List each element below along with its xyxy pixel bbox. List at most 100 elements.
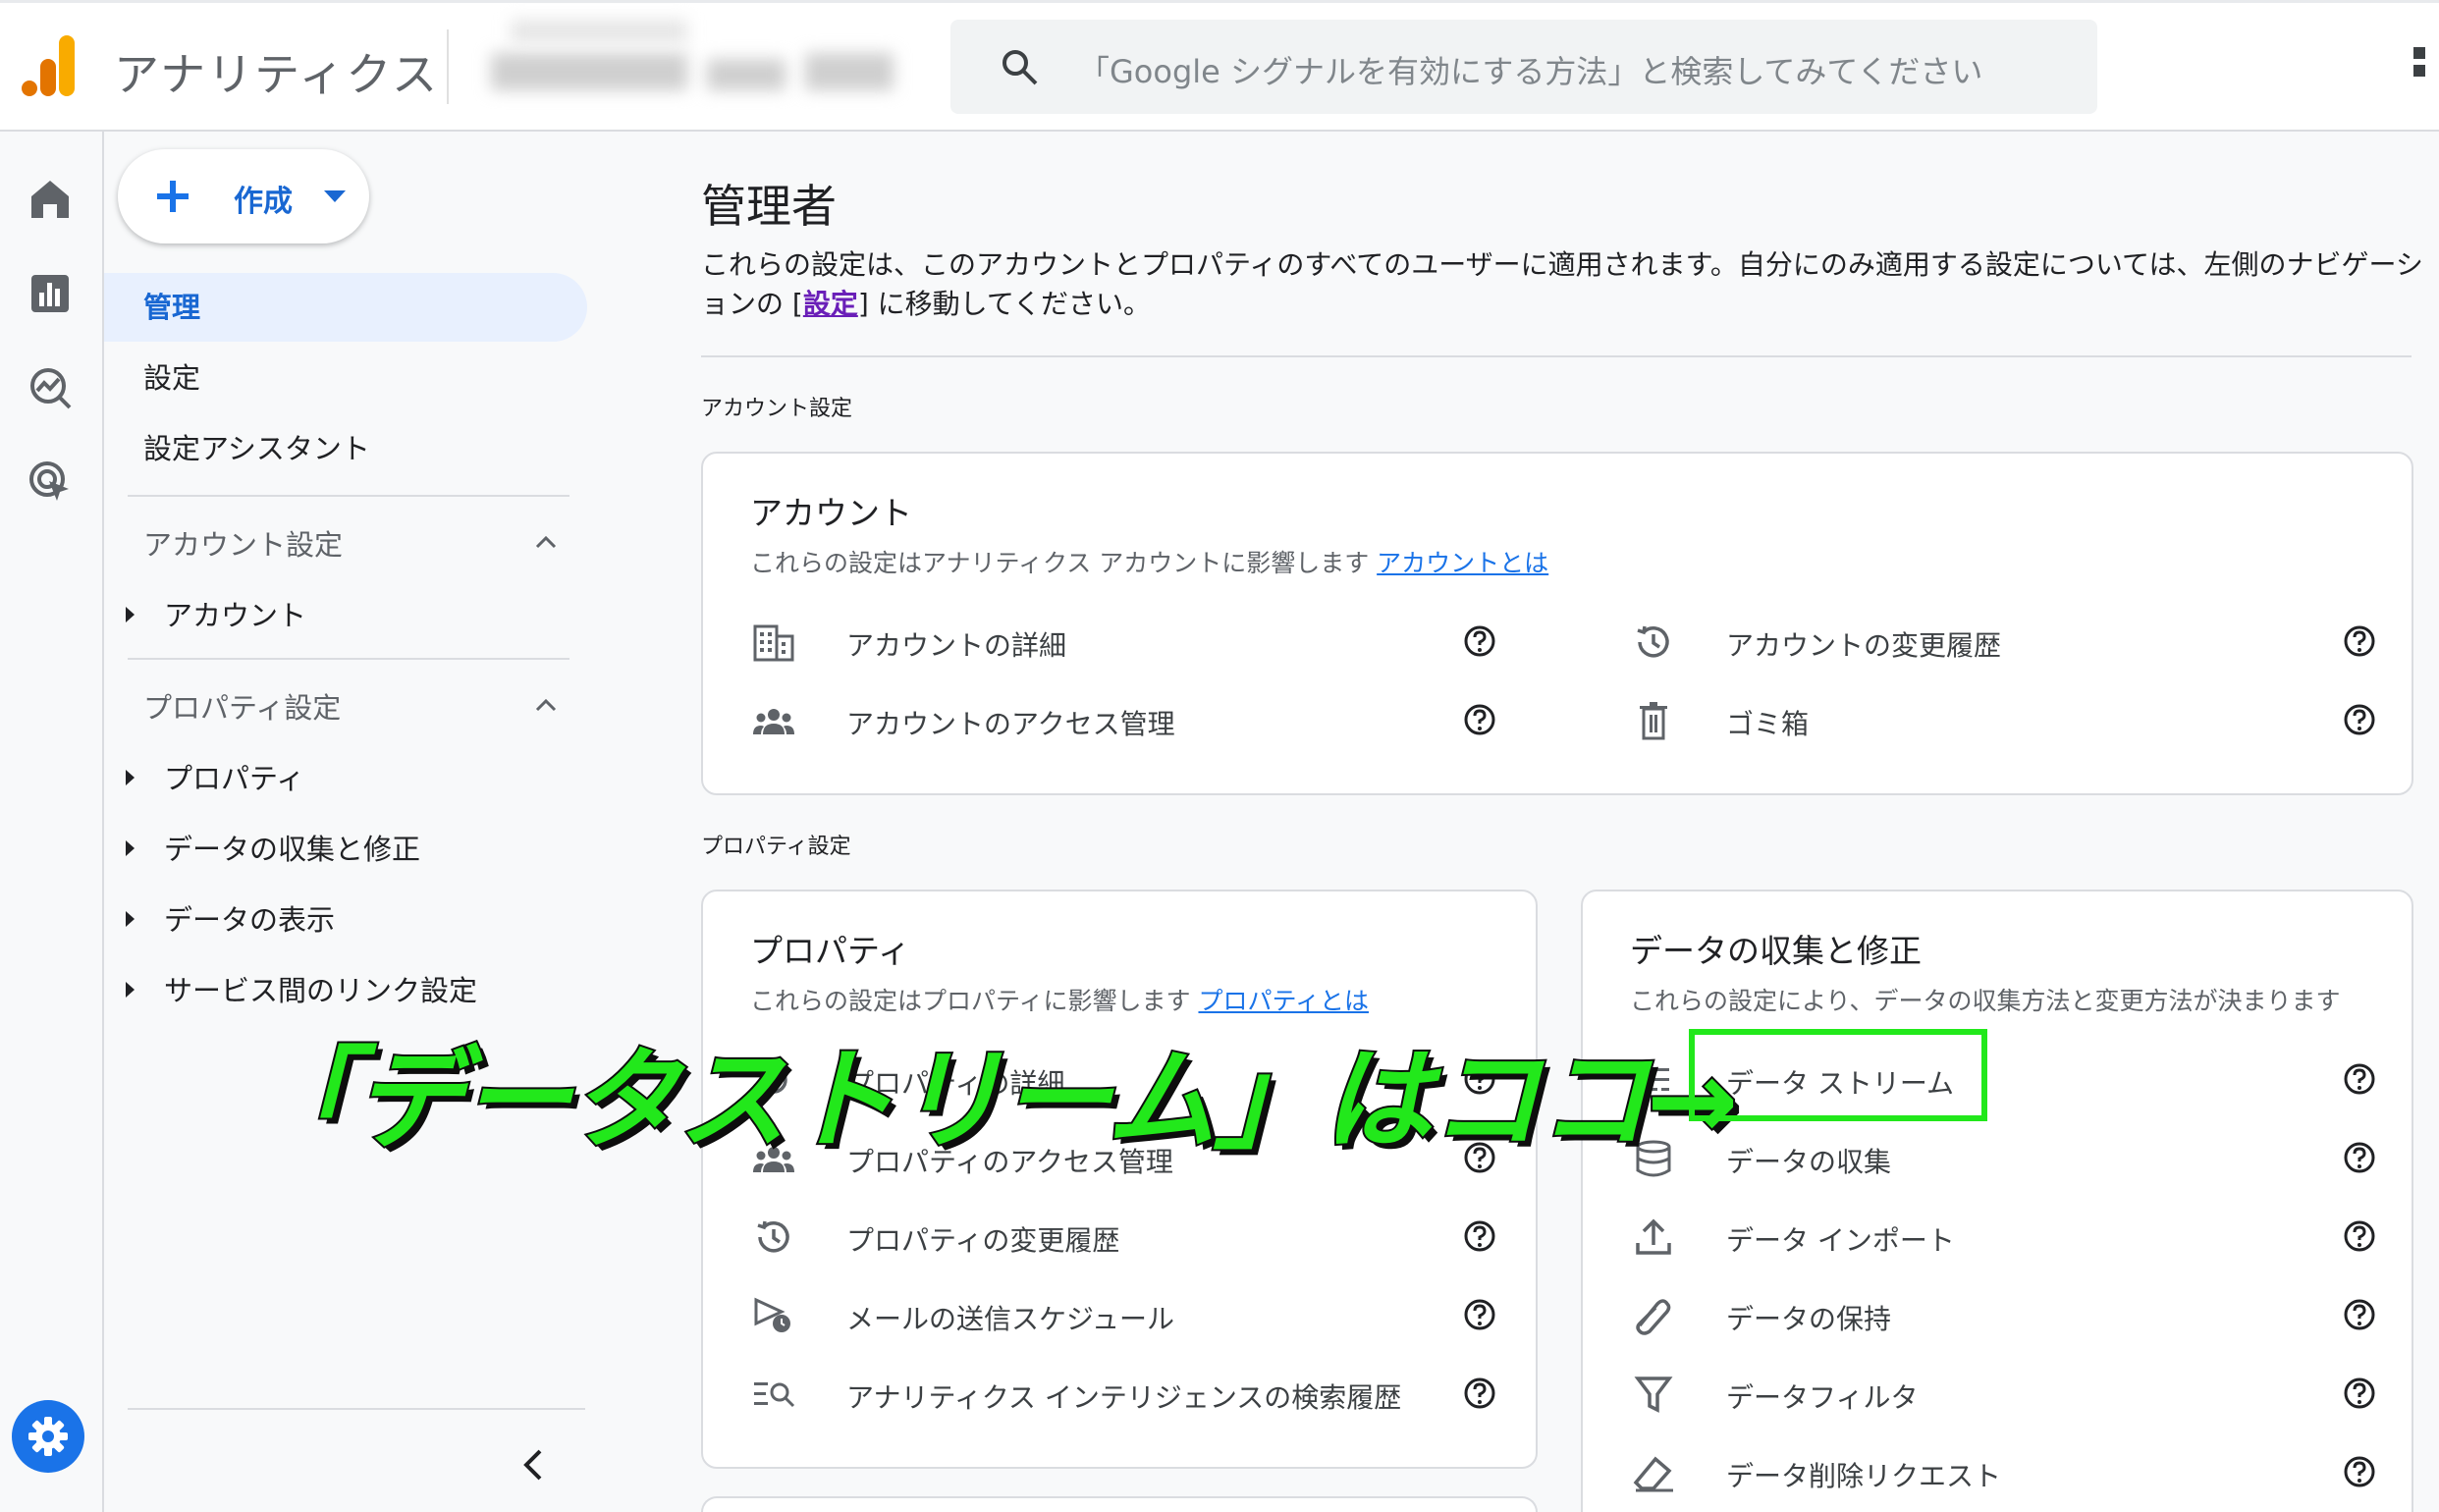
top-divider xyxy=(447,29,449,104)
search-history-icon xyxy=(754,1382,795,1408)
row-label: アカウントの詳細 xyxy=(846,629,1067,662)
caret-right-icon xyxy=(126,770,135,785)
sidebar-item-admin[interactable]: 管理 xyxy=(104,273,587,342)
analytics-logo-icon[interactable] xyxy=(22,35,77,96)
data-filters-row[interactable]: データフィルタ xyxy=(1632,1363,2378,1426)
section-label-property-settings: プロパティ設定 xyxy=(701,835,851,859)
account-change-history-row[interactable]: アカウントの変更履歴 xyxy=(1632,611,2378,674)
help-icon[interactable] xyxy=(2343,1062,2376,1096)
top-edge-line xyxy=(0,0,2439,3)
help-icon[interactable] xyxy=(1463,1219,1496,1253)
row-label: プロパティの変更履歴 xyxy=(846,1224,1120,1257)
sidebar-section-account-settings[interactable]: アカウント設定 xyxy=(143,522,343,564)
row-label: アナリティクス インテリジェンスの検索履歴 xyxy=(846,1381,1402,1414)
left-rail xyxy=(0,132,104,1512)
row-label: データ削除リクエスト xyxy=(1726,1460,2002,1492)
card-description: これらの設定はアナリティクス アカウントに影響します アカウントとは xyxy=(750,549,1549,577)
create-button[interactable]: 作成 xyxy=(118,149,369,243)
intelligence-search-history-row[interactable]: アナリティクス インテリジェンスの検索履歴 xyxy=(752,1363,1498,1426)
help-icon[interactable] xyxy=(1463,624,1496,658)
help-icon[interactable] xyxy=(2343,1298,2376,1331)
app-title: アナリティクス xyxy=(114,48,439,101)
advertising-icon[interactable] xyxy=(27,459,73,505)
data-retention-row[interactable]: データの保持 xyxy=(1632,1284,2378,1347)
row-label: データ インポート xyxy=(1726,1224,1955,1257)
help-icon[interactable] xyxy=(1463,1377,1496,1410)
chevron-up-icon[interactable] xyxy=(534,534,558,550)
more-options-icon[interactable] xyxy=(2413,47,2427,90)
data-import-row[interactable]: データ インポート xyxy=(1632,1206,2378,1269)
top-bar: アナリティクス 「Google シグナルを有効にする方法」と検索してみてください xyxy=(0,0,2439,132)
collapse-sidebar-chevron-left-icon[interactable] xyxy=(518,1447,548,1483)
row-label: データフィルタ xyxy=(1726,1381,1919,1414)
search-bar[interactable]: 「Google シグナルを有効にする方法」と検索してみてください xyxy=(950,20,2097,114)
account-card: アカウント これらの設定はアナリティクス アカウントに影響します アカウントとは… xyxy=(701,452,2413,795)
explore-icon[interactable] xyxy=(27,365,73,410)
trash-row[interactable]: ゴミ箱 xyxy=(1632,689,2378,752)
chevron-up-icon[interactable] xyxy=(534,697,558,713)
sidebar-item-data-display[interactable]: データの表示 xyxy=(126,897,335,939)
retention-icon xyxy=(1636,1299,1671,1335)
card-description: これらの設定により、データの収集方法と変更方法が決まります xyxy=(1630,987,2341,1015)
search-icon xyxy=(1003,50,1038,85)
account-selector[interactable] xyxy=(471,20,923,118)
annotation-highlight-box xyxy=(1689,1029,1987,1121)
sidebar-divider xyxy=(128,495,569,497)
page-title: 管理者 xyxy=(701,180,837,233)
page-description: これらの設定は、このアカウントとプロパティのすべてのユーザーに適用されます。自分… xyxy=(701,248,2423,320)
plus-icon xyxy=(157,181,189,212)
main-content: 管理者 これらの設定は、このアカウントとプロパティのすべてのユーザーに適用されま… xyxy=(615,132,2439,1512)
property-card: プロパティ これらの設定はプロパティに影響します プロパティとは プロパティの詳… xyxy=(701,890,1538,1469)
sidebar-item-data-collection[interactable]: データの収集と修正 xyxy=(126,827,420,868)
sidebar-section-property-settings[interactable]: プロパティ設定 xyxy=(143,685,341,727)
sidebar-item-setup-assistant[interactable]: 設定アシスタント xyxy=(104,414,370,483)
divider xyxy=(701,355,2412,357)
account-help-link[interactable]: アカウントとは xyxy=(1377,549,1548,577)
help-icon[interactable] xyxy=(2343,1455,2376,1488)
home-icon[interactable] xyxy=(27,177,73,222)
upload-icon xyxy=(1636,1218,1671,1255)
reports-icon[interactable] xyxy=(27,271,73,316)
help-icon[interactable] xyxy=(2343,624,2376,658)
data-deletion-requests-row[interactable]: データ削除リクエスト xyxy=(1632,1441,2378,1504)
row-label: データの収集 xyxy=(1726,1146,1892,1178)
account-details-row[interactable]: アカウントの詳細 xyxy=(752,611,1498,674)
filter-icon xyxy=(1634,1377,1673,1413)
search-placeholder: 「Google シグナルを有効にする方法」と検索してみてください xyxy=(1078,53,1983,90)
help-icon[interactable] xyxy=(2343,1377,2376,1410)
help-icon[interactable] xyxy=(2343,1141,2376,1174)
card-title: データの収集と修正 xyxy=(1630,932,1922,970)
help-icon[interactable] xyxy=(1463,1298,1496,1331)
help-icon[interactable] xyxy=(2343,703,2376,736)
sidebar-item-account[interactable]: アカウント xyxy=(126,593,306,634)
help-icon[interactable] xyxy=(2343,1219,2376,1253)
admin-settings-gear-button[interactable] xyxy=(12,1400,84,1473)
row-label: データの保持 xyxy=(1726,1303,1892,1335)
history-icon xyxy=(757,1220,789,1253)
row-label: メールの送信スケジュール xyxy=(846,1303,1175,1335)
sidebar-item-property[interactable]: プロパティ xyxy=(126,756,304,797)
card-title: アカウント xyxy=(750,494,912,532)
data-collection-card: データの収集と修正 これらの設定により、データの収集方法と変更方法が決まります … xyxy=(1581,890,2413,1512)
caret-down-icon xyxy=(324,190,346,202)
account-access-row[interactable]: アカウントのアクセス管理 xyxy=(752,689,1498,752)
data-collection-row[interactable]: データの収集 xyxy=(1632,1127,2378,1190)
people-icon xyxy=(753,709,794,734)
partial-card xyxy=(701,1496,1538,1512)
history-icon xyxy=(1637,625,1669,658)
caret-right-icon xyxy=(126,840,135,856)
section-label-account-settings: アカウント設定 xyxy=(701,397,853,421)
eraser-icon xyxy=(1633,1456,1673,1492)
sidebar-item-settings[interactable]: 設定 xyxy=(104,344,200,412)
scheduled-send-icon xyxy=(754,1297,790,1332)
help-icon[interactable] xyxy=(1463,703,1496,736)
settings-link[interactable]: 設定 xyxy=(803,288,858,320)
caret-right-icon xyxy=(126,982,135,998)
row-label: アカウントの変更履歴 xyxy=(1726,629,2002,662)
sidebar-item-product-links[interactable]: サービス間のリンク設定 xyxy=(126,968,477,1009)
gear-icon xyxy=(28,1417,68,1456)
property-change-history-row[interactable]: プロパティの変更履歴 xyxy=(752,1206,1498,1269)
scheduled-emails-row[interactable]: メールの送信スケジュール xyxy=(752,1284,1498,1347)
card-title: プロパティ xyxy=(750,932,911,970)
annotation-callout: 「データストリーム」はココ→ xyxy=(244,1035,1740,1166)
